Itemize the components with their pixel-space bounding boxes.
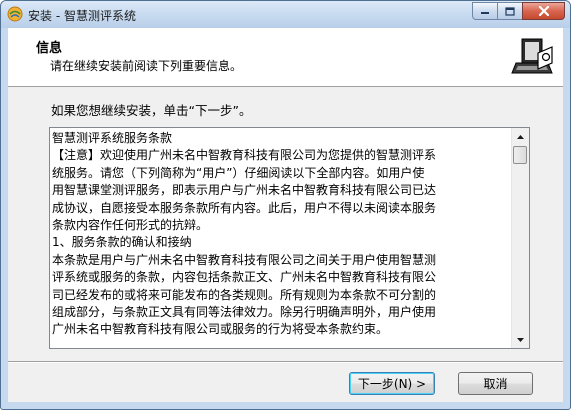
license-line: 条款内容作任何形式的抗辩。 [52, 217, 209, 232]
license-line: 【注意】欢迎使用广州未名中智教育科技有限公司为您提供的智慧测评系 [52, 148, 437, 163]
maximize-icon [505, 6, 515, 16]
page-subtitle: 请在继续安装前阅读下列重要信息。 [50, 59, 243, 73]
button-area-divider [8, 361, 563, 363]
wizard-client-area: 信息 请在继续安装前阅读下列重要信息。 如果您想继续安装，单击“下一步”。 智慧… [8, 28, 563, 402]
vertical-scrollbar[interactable] [511, 128, 529, 348]
installer-window: 安装 - 智慧测评系统 信息 请在继续安装前阅读下列重要信息。 如果您想继续安装… [0, 0, 571, 410]
cancel-button-label: 取消 [483, 377, 508, 391]
title-bar[interactable]: 安装 - 智慧测评系统 [1, 1, 570, 28]
scrollbar-thumb[interactable] [513, 146, 527, 164]
license-line: 本条款是用户与广州未名中智教育科技有限公司之间关于用户使用智慧测 [52, 252, 437, 267]
page-title: 信息 [36, 41, 63, 56]
license-line: 智慧测评系统服务条款 [52, 131, 173, 145]
computer-setup-icon [508, 33, 556, 81]
scroll-up-button[interactable] [512, 128, 529, 145]
wizard-header: 信息 请在继续安装前阅读下列重要信息。 [8, 28, 563, 87]
next-button-label: 下一步(N) > [357, 377, 427, 391]
close-icon [538, 6, 549, 16]
license-line: 1、服务条款的确认和接纳 [52, 235, 192, 250]
license-line: 组成部分，与条款正文具有同等法律效力。除另行明确声明外，用户使用 [52, 304, 437, 319]
license-line: 用智慧课堂测评服务，即表示用户与广州未名中智教育科技有限公司已达 [52, 183, 437, 198]
minimize-button[interactable] [472, 2, 498, 20]
minimize-icon [481, 12, 489, 14]
license-memo[interactable]: 智慧测评系统服务条款【注意】欢迎使用广州未名中智教育科技有限公司为您提供的智慧测… [49, 127, 530, 349]
close-button[interactable] [522, 2, 565, 20]
license-line: 评系统或服务的条款，内容包括条款正文、广州未名中智教育科技有限公 [52, 270, 437, 285]
license-line: 司已经发布的或将来可能发布的各类规则。所有规则为本条款不可分割的 [52, 287, 437, 302]
license-line: 广州未名中智教育科技有限公司或服务的行为将受本条款约束。 [52, 322, 389, 337]
scroll-down-button[interactable] [512, 331, 529, 348]
continue-instruction: 如果您想继续安装，单击“下一步”。 [51, 103, 252, 118]
license-line: 成协议，自愿接受本服务条款所有内容。此后，用户不得以未阅读本服务 [52, 200, 437, 215]
cancel-button[interactable]: 取消 [458, 372, 533, 395]
license-line: 统服务。请您（下列简称为“用户”）仔细阅读以下全部内容。如用户使 [52, 165, 425, 180]
caption-buttons [472, 2, 565, 21]
installer-globe-icon [7, 6, 23, 22]
scroll-down-arrow-icon [517, 337, 524, 342]
maximize-button[interactable] [497, 2, 523, 20]
scroll-up-arrow-icon [517, 134, 524, 139]
next-button[interactable]: 下一步(N) > [349, 372, 435, 395]
license-text[interactable]: 智慧测评系统服务条款【注意】欢迎使用广州未名中智教育科技有限公司为您提供的智慧测… [52, 130, 509, 346]
window-title: 安装 - 智慧测评系统 [28, 9, 136, 23]
